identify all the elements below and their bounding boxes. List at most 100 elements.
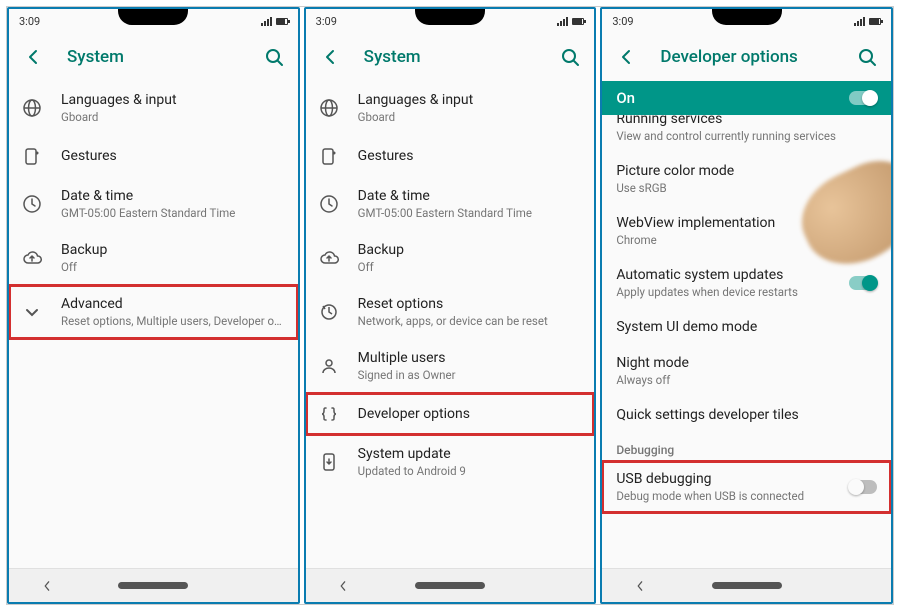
search-button[interactable] <box>851 41 883 73</box>
item-title: Quick settings developer tiles <box>616 407 877 423</box>
list-item[interactable]: USB debuggingDebug mode when USB is conn… <box>602 461 891 513</box>
back-arrow-icon <box>320 47 340 67</box>
action-bar: System <box>306 33 595 81</box>
list-item[interactable]: Developer options <box>306 393 595 435</box>
list-item[interactable]: WebView implementationChrome <box>602 205 891 257</box>
item-title: Languages & input <box>358 92 583 108</box>
item-title: Developer options <box>358 406 583 422</box>
list-item[interactable]: Automatic system updatesApply updates wh… <box>602 257 891 309</box>
item-subtitle: Signed in as Owner <box>358 368 583 382</box>
braces-icon <box>318 404 340 424</box>
item-subtitle: GMT-05:00 Eastern Standard Time <box>61 206 286 220</box>
nav-bar <box>9 568 298 602</box>
gesture-icon <box>318 146 340 166</box>
page-title: System <box>364 47 537 67</box>
section-header-debugging: Debugging <box>602 433 891 461</box>
list-item[interactable]: Quick settings developer tiles <box>602 397 891 433</box>
search-button[interactable] <box>554 41 586 73</box>
item-title: Backup <box>61 242 286 258</box>
list-item[interactable]: System update Updated to Android 9 <box>306 435 595 489</box>
back-arrow-icon <box>616 47 636 67</box>
search-icon <box>857 47 877 67</box>
back-button[interactable] <box>610 41 642 73</box>
cloud-up-icon <box>21 248 43 268</box>
list-item[interactable]: Reset optionsNetwork, apps, or device ca… <box>306 285 595 339</box>
list-item[interactable]: Languages & input Gboard <box>9 81 298 135</box>
back-button[interactable] <box>314 41 346 73</box>
list-item[interactable]: System UI demo mode <box>602 309 891 345</box>
item-subtitle: Reset options, Multiple users, Developer… <box>61 314 286 328</box>
clock-icon <box>21 194 43 214</box>
action-bar: Developer options <box>602 33 891 81</box>
list-item[interactable]: Date & timeGMT-05:00 Eastern Standard Ti… <box>306 177 595 231</box>
gesture-icon <box>21 146 43 166</box>
item-subtitle: Off <box>358 260 583 274</box>
item-title: Gestures <box>358 148 583 164</box>
notch <box>415 9 485 25</box>
item-title: Reset options <box>358 296 583 312</box>
nav-home-button[interactable] <box>712 582 782 589</box>
back-arrow-icon <box>23 47 43 67</box>
item-title: USB debugging <box>616 471 837 487</box>
master-toggle-bar[interactable]: On <box>602 81 891 115</box>
list-item[interactable]: Picture color mode Use sRGB <box>602 153 891 205</box>
list-item[interactable]: Gestures <box>306 135 595 177</box>
list-item[interactable]: Backup Off <box>9 231 298 285</box>
page-title: Developer options <box>660 47 833 67</box>
status-time: 3:09 <box>316 15 337 28</box>
developer-options-list: Running servicesView and control current… <box>602 115 891 568</box>
list-item[interactable]: Backup Off <box>306 231 595 285</box>
nav-back-button[interactable] <box>634 579 648 593</box>
triptych-container: 3:09 System Languages & input Gboard Gestu… <box>6 6 894 605</box>
item-switch[interactable] <box>849 480 877 494</box>
item-title: System UI demo mode <box>616 319 877 335</box>
list-item[interactable]: Languages & input Gboard <box>306 81 595 135</box>
item-title: Advanced <box>61 296 286 312</box>
item-title: Backup <box>358 242 583 258</box>
signal-icon <box>557 17 568 26</box>
master-switch[interactable] <box>849 91 877 105</box>
search-icon <box>264 47 284 67</box>
battery-icon <box>572 18 584 25</box>
list-item[interactable]: Running servicesView and control current… <box>602 115 891 153</box>
page-title: System <box>67 47 240 67</box>
search-button[interactable] <box>258 41 290 73</box>
item-subtitle: Gboard <box>61 110 286 124</box>
chevron-down-icon <box>21 302 43 322</box>
list-item[interactable]: Date & timeGMT-05:00 Eastern Standard Ti… <box>9 177 298 231</box>
phone-update-icon <box>318 452 340 472</box>
item-title: Picture color mode <box>616 163 877 179</box>
phone-frame-1: 3:09 System Languages & inputGboardGestu… <box>7 7 300 604</box>
notch <box>118 9 188 25</box>
item-title: Night mode <box>616 355 877 371</box>
cloud-up-icon <box>318 248 340 268</box>
master-toggle-label: On <box>616 89 635 107</box>
item-subtitle: Gboard <box>358 110 583 124</box>
item-subtitle: Updated to Android 9 <box>358 464 583 478</box>
nav-home-button[interactable] <box>118 582 188 589</box>
item-subtitle: Off <box>61 260 286 274</box>
item-subtitle: GMT-05:00 Eastern Standard Time <box>358 206 583 220</box>
list-item[interactable]: Night modeAlways off <box>602 345 891 397</box>
globe-icon <box>318 98 340 118</box>
nav-home-button[interactable] <box>415 582 485 589</box>
phone-frame-2: 3:09 System Languages & input Gboard Gestu… <box>304 7 597 604</box>
back-button[interactable] <box>17 41 49 73</box>
nav-back-button[interactable] <box>41 579 55 593</box>
list-item[interactable]: Multiple users Signed in as Owner <box>306 339 595 393</box>
item-subtitle: Use sRGB <box>616 181 877 195</box>
item-title: Languages & input <box>61 92 286 108</box>
list-item[interactable]: Gestures <box>9 135 298 177</box>
nav-back-button[interactable] <box>337 579 351 593</box>
item-subtitle: Chrome <box>616 233 877 247</box>
status-time: 3:09 <box>612 15 633 28</box>
item-title: System update <box>358 446 583 462</box>
item-title: Multiple users <box>358 350 583 366</box>
item-switch[interactable] <box>849 276 877 290</box>
nav-bar <box>306 568 595 602</box>
settings-list: Languages & input Gboard Gestures Date & ti… <box>9 81 298 568</box>
item-title: Gestures <box>61 148 286 164</box>
globe-icon <box>21 98 43 118</box>
list-item[interactable]: Advanced Reset options, Multiple users, D… <box>9 285 298 339</box>
settings-list: Languages & input Gboard Gestures Date & ti… <box>306 81 595 568</box>
